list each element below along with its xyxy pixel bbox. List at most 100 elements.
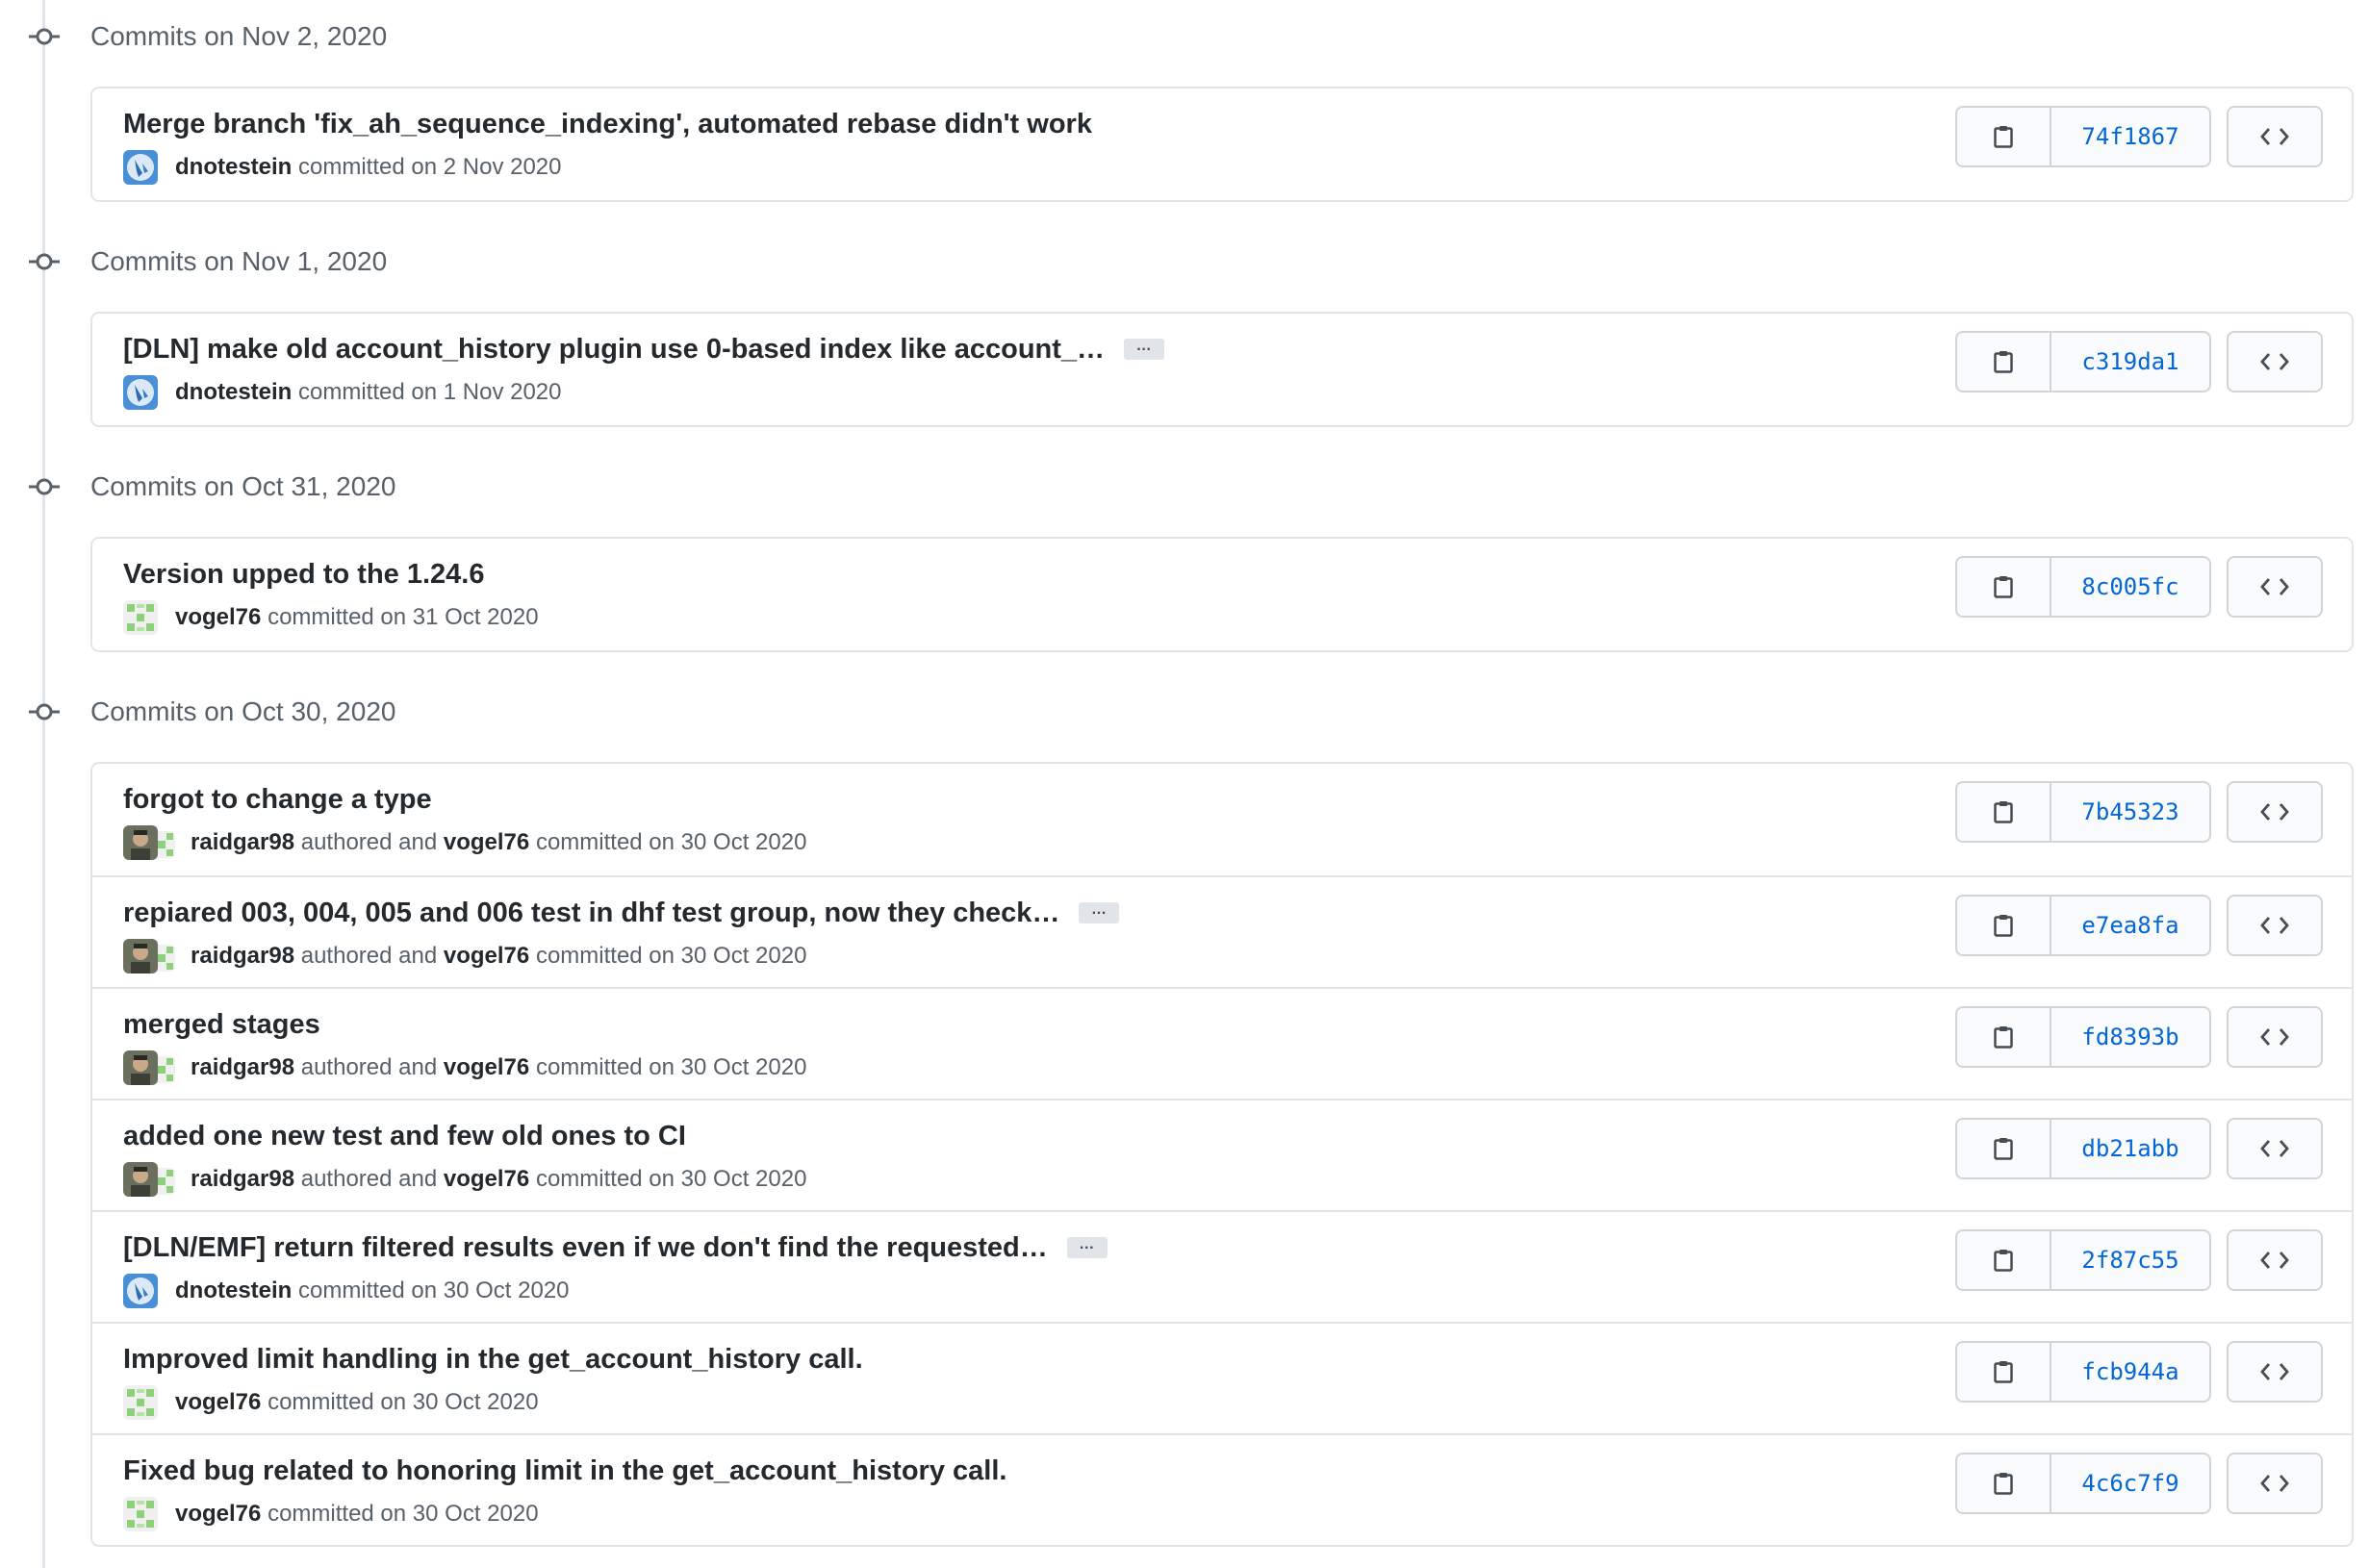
commit-date: 1 Nov 2020	[443, 379, 562, 405]
expand-message-button[interactable]: …	[1079, 902, 1120, 923]
authored-text: authored and	[300, 829, 438, 855]
commit-sha-link[interactable]: e7ea8fa	[2051, 895, 2211, 956]
commit-sha-link[interactable]: db21abb	[2051, 1118, 2211, 1179]
commit-group-title: Commits on Oct 30, 2020	[90, 696, 396, 726]
expand-message-button[interactable]: …	[1066, 1237, 1108, 1258]
committed-text: committed on	[267, 1501, 407, 1527]
avatar[interactable]	[123, 1274, 158, 1308]
commit-group-header: Commits on Oct 31, 2020	[0, 450, 2369, 523]
code-brackets-icon	[2260, 128, 2289, 145]
browse-repo-button[interactable]	[2227, 106, 2323, 167]
avatar[interactable]	[123, 375, 158, 410]
copy-sha-button[interactable]	[1955, 1341, 2051, 1403]
commit-message-link[interactable]: merged stages	[123, 1006, 320, 1043]
clipboard-icon	[1994, 915, 2013, 937]
commit-date: 2 Nov 2020	[443, 154, 562, 180]
commit-message-link[interactable]: Merge branch 'fix_ah_sequence_indexing',…	[123, 106, 1092, 142]
commit-sha-link[interactable]: 4c6c7f9	[2051, 1453, 2211, 1514]
commit-list: forgot to change a type raidgar98 author…	[90, 762, 2354, 1547]
expand-message-button[interactable]: …	[1124, 339, 1165, 360]
browse-repo-button[interactable]	[2227, 1453, 2323, 1514]
commit-row: Version upped to the 1.24.6 vogel76 comm…	[92, 539, 2352, 650]
copy-sha-button[interactable]	[1955, 556, 2051, 618]
commit-message-link[interactable]: [DLN/EMF] return filtered results even i…	[123, 1229, 1048, 1266]
commit-group-header: Commits on Oct 30, 2020	[0, 675, 2369, 748]
avatar[interactable]	[123, 1497, 158, 1531]
commit-sha-link[interactable]: fcb944a	[2051, 1341, 2211, 1403]
commit-message-link[interactable]: Fixed bug related to honoring limit in t…	[123, 1453, 1006, 1489]
commit-message-link[interactable]: forgot to change a type	[123, 781, 432, 818]
committed-text: committed on	[535, 1054, 675, 1080]
commit-sha-link[interactable]: 7b45323	[2051, 781, 2211, 843]
commit-date: 30 Oct 2020	[412, 1389, 539, 1415]
copy-sha-button[interactable]	[1955, 1229, 2051, 1291]
browse-repo-button[interactable]	[2227, 1341, 2323, 1403]
commit-sha-link[interactable]: 2f87c55	[2051, 1229, 2211, 1291]
author-avatar[interactable]	[123, 1050, 158, 1085]
browse-repo-button[interactable]	[2227, 781, 2323, 843]
committer-link[interactable]: vogel76	[444, 1054, 529, 1081]
commit-group: Commits on Oct 31, 2020 Version upped to…	[0, 450, 2369, 652]
commit-list: Merge branch 'fix_ah_sequence_indexing',…	[90, 87, 2354, 202]
commit-sha-link[interactable]: fd8393b	[2051, 1006, 2211, 1068]
copy-sha-button[interactable]	[1955, 895, 2051, 956]
copy-sha-button[interactable]	[1955, 1118, 2051, 1179]
copy-sha-button[interactable]	[1955, 331, 2051, 392]
commit-sha-link[interactable]: 8c005fc	[2051, 556, 2211, 618]
committer-link[interactable]: vogel76	[175, 1501, 261, 1528]
committed-text: committed on	[298, 154, 438, 180]
avatar[interactable]	[123, 600, 158, 635]
avatar[interactable]	[123, 1385, 158, 1420]
commit-sha-link[interactable]: 74f1867	[2051, 106, 2211, 167]
clipboard-icon	[1994, 351, 2013, 373]
committer-link[interactable]: vogel76	[444, 829, 529, 856]
committer-link[interactable]: vogel76	[175, 1389, 261, 1416]
commit-message-link[interactable]: Improved limit handling in the get_accou…	[123, 1341, 863, 1378]
browse-repo-button[interactable]	[2227, 1006, 2323, 1068]
committer-link[interactable]: vogel76	[444, 943, 529, 970]
committer-link[interactable]: dnotestein	[175, 154, 292, 181]
author-link[interactable]: raidgar98	[191, 829, 294, 856]
committer-link[interactable]: dnotestein	[175, 1277, 292, 1304]
browse-repo-button[interactable]	[2227, 556, 2323, 618]
commit-date: 31 Oct 2020	[412, 604, 539, 630]
copy-sha-button[interactable]	[1955, 1453, 2051, 1514]
commit-sha-link[interactable]: c319da1	[2051, 331, 2211, 392]
author-avatar[interactable]	[123, 1162, 158, 1197]
author-link[interactable]: raidgar98	[191, 943, 294, 970]
browse-repo-button[interactable]	[2227, 1118, 2323, 1179]
commit-message-link[interactable]: repiared 003, 004, 005 and 006 test in d…	[123, 895, 1059, 931]
committed-text: committed on	[267, 604, 407, 630]
code-brackets-icon	[2260, 1028, 2289, 1046]
committed-text: committed on	[535, 1166, 675, 1192]
author-avatar[interactable]	[123, 825, 158, 860]
browse-repo-button[interactable]	[2227, 1229, 2323, 1291]
copy-sha-button[interactable]	[1955, 781, 2051, 843]
commit-row: merged stages raidgar98 authored and vog…	[92, 987, 2352, 1099]
commit-date: 30 Oct 2020	[443, 1277, 570, 1303]
avatar[interactable]	[123, 150, 158, 185]
clipboard-icon	[1994, 1026, 2013, 1049]
browse-repo-button[interactable]	[2227, 895, 2323, 956]
author-link[interactable]: raidgar98	[191, 1166, 294, 1193]
avatar-stack	[123, 825, 183, 860]
committer-link[interactable]: vogel76	[444, 1166, 529, 1193]
committer-link[interactable]: dnotestein	[175, 379, 292, 406]
commit-date: 30 Oct 2020	[680, 1054, 807, 1080]
commit-message-link[interactable]: added one new test and few old ones to C…	[123, 1118, 686, 1154]
code-brackets-icon	[2260, 917, 2289, 934]
committer-link[interactable]: vogel76	[175, 604, 261, 631]
commit-group: Commits on Oct 30, 2020 forgot to change…	[0, 675, 2369, 1547]
commit-row: [DLN/EMF] return filtered results even i…	[92, 1210, 2352, 1322]
author-link[interactable]: raidgar98	[191, 1054, 294, 1081]
browse-repo-button[interactable]	[2227, 331, 2323, 392]
copy-sha-button[interactable]	[1955, 106, 2051, 167]
commit-message-link[interactable]: [DLN] make old account_history plugin us…	[123, 331, 1105, 367]
copy-sha-button[interactable]	[1955, 1006, 2051, 1068]
commit-message-link[interactable]: Version upped to the 1.24.6	[123, 556, 485, 593]
commit-date: 30 Oct 2020	[680, 829, 807, 855]
commit-date: 30 Oct 2020	[412, 1501, 539, 1527]
commit-group: Commits on Nov 1, 2020 [DLN] make old ac…	[0, 225, 2369, 427]
commit-group-header: Commits on Nov 2, 2020	[0, 0, 2369, 73]
author-avatar[interactable]	[123, 939, 158, 974]
